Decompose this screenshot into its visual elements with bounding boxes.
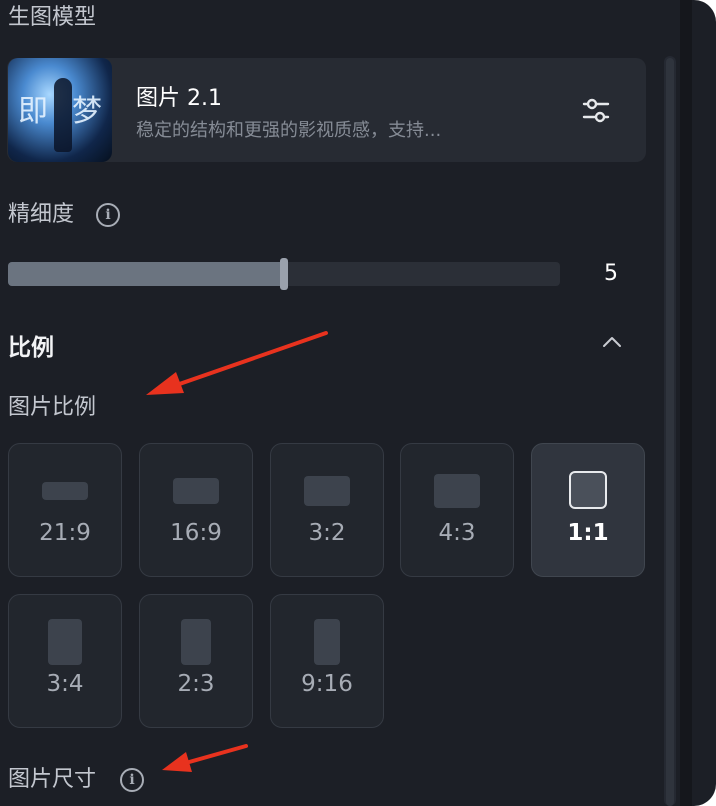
annotation-arrow-size [162,744,248,772]
panel: 生图模型 即 梦 图片 2.1 稳定的结构和更强的影视质感，支持... 精细度 … [0,0,716,806]
annotation-arrows [146,331,328,772]
annotation-arrow-ratio [146,331,328,395]
